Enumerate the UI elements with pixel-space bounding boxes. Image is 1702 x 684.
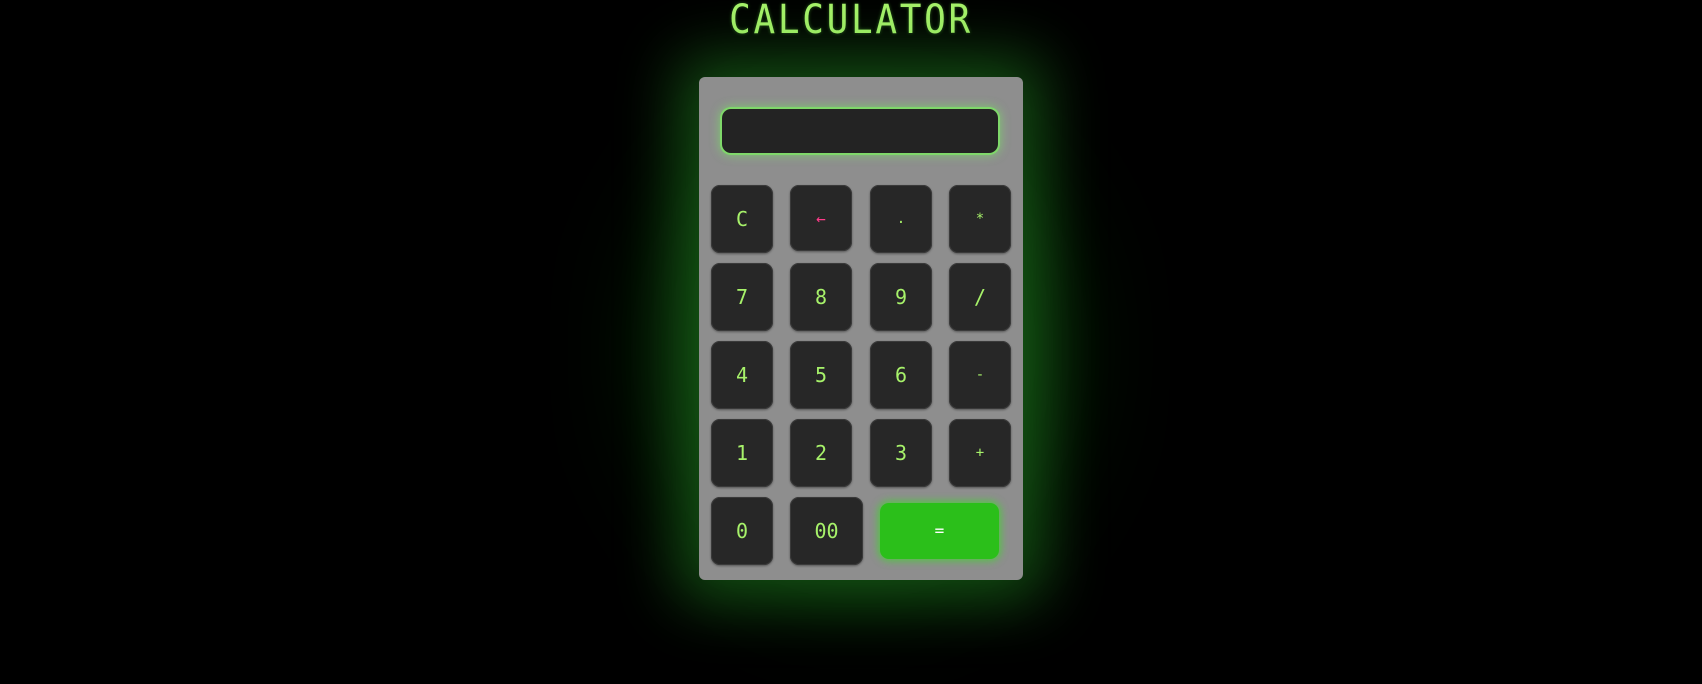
equals-button[interactable]: = <box>880 503 999 559</box>
multiply-button[interactable]: * <box>949 185 1011 253</box>
digit-0-button[interactable]: 0 <box>711 497 773 565</box>
digit-4-button[interactable]: 4 <box>711 341 773 409</box>
subtract-button[interactable]: - <box>949 341 1011 409</box>
calculator-display[interactable] <box>722 109 998 153</box>
backspace-button[interactable]: ← <box>790 185 852 251</box>
add-button[interactable]: + <box>949 419 1011 487</box>
digit-7-button[interactable]: 7 <box>711 263 773 331</box>
page: CALCULATOR C ← . * 7 8 9 / 4 5 6 - 1 2 3… <box>0 0 1702 684</box>
digit-2-button[interactable]: 2 <box>790 419 852 487</box>
decimal-button[interactable]: . <box>870 185 932 253</box>
digit-5-button[interactable]: 5 <box>790 341 852 409</box>
calculator-body: C ← . * 7 8 9 / 4 5 6 - 1 2 3 + 0 00 = <box>699 77 1023 580</box>
digit-3-button[interactable]: 3 <box>870 419 932 487</box>
digit-9-button[interactable]: 9 <box>870 263 932 331</box>
app-title: CALCULATOR <box>729 0 973 43</box>
digit-6-button[interactable]: 6 <box>870 341 932 409</box>
digit-8-button[interactable]: 8 <box>790 263 852 331</box>
divide-button[interactable]: / <box>949 263 1011 331</box>
digit-1-button[interactable]: 1 <box>711 419 773 487</box>
double-zero-button[interactable]: 00 <box>790 497 863 565</box>
clear-button[interactable]: C <box>711 185 773 253</box>
